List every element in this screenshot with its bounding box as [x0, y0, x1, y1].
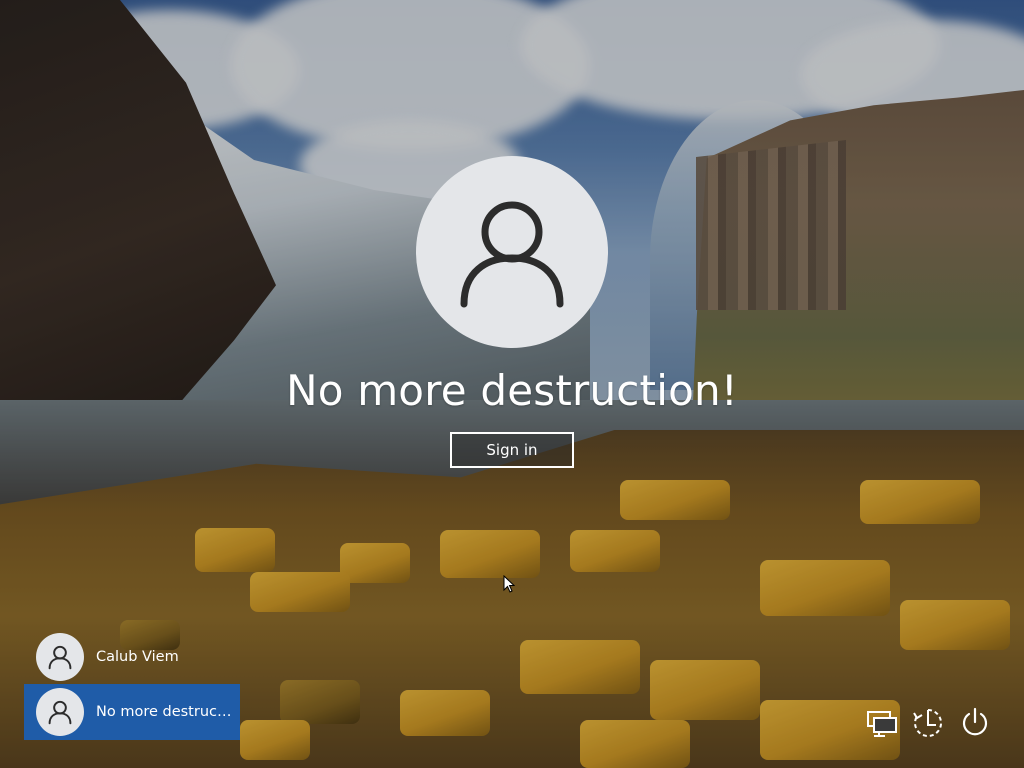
- user-avatar-large: [416, 156, 608, 348]
- ease-of-access-icon: [913, 709, 943, 737]
- user-list-item-selected[interactable]: No more destructi...: [24, 684, 240, 740]
- user-list-item-name: Calub Viem: [96, 649, 179, 665]
- person-icon: [460, 201, 564, 308]
- power-button[interactable]: [958, 706, 992, 740]
- mouse-cursor-icon: [503, 575, 515, 593]
- sign-in-button[interactable]: Sign in: [450, 432, 574, 468]
- user-list-item-name: No more destructi...: [96, 704, 236, 720]
- person-icon: [48, 645, 72, 670]
- network-button[interactable]: [864, 706, 898, 740]
- network-icon: [867, 711, 897, 737]
- user-list-item[interactable]: Calub Viem: [24, 630, 240, 684]
- lock-screen: No more destruction! Sign in Calub Viem …: [0, 0, 1024, 768]
- ease-of-access-button[interactable]: [911, 706, 945, 740]
- username-title: No more destruction!: [286, 366, 738, 415]
- user-avatar: [36, 688, 84, 736]
- person-icon: [48, 700, 72, 725]
- user-switcher-list: Calub Viem No more destructi...: [24, 630, 240, 740]
- user-avatar: [36, 633, 84, 681]
- power-icon: [962, 707, 988, 736]
